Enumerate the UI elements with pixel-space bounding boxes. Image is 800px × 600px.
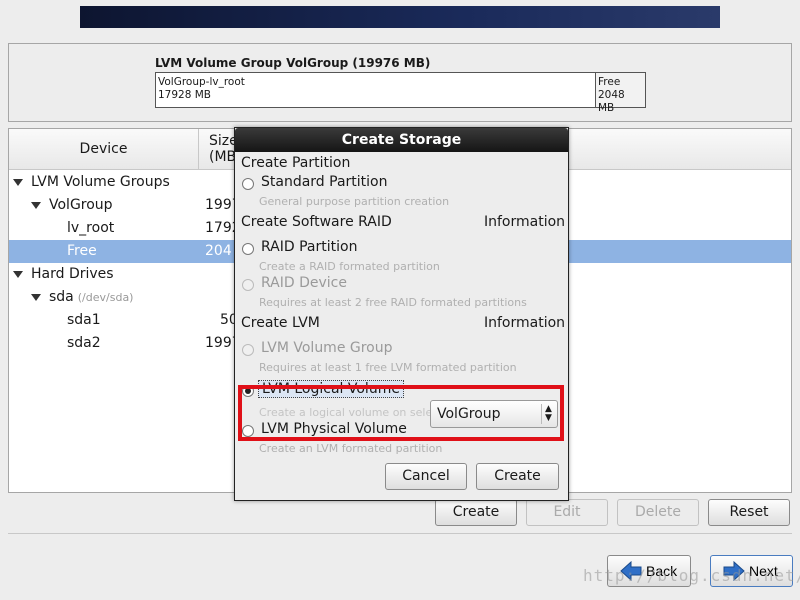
option-raid-partition-desc: Create a RAID formated partition (259, 260, 440, 273)
vg-segment-size: 2048 MB (598, 89, 625, 114)
cancel-button[interactable]: Cancel (385, 463, 467, 490)
dialog-title: Create Storage (235, 128, 568, 152)
tree-row-label: lv_root (67, 220, 115, 236)
dialog-body: Create Partition Standard Partition Gene… (235, 152, 568, 501)
volume-group-title: LVM Volume Group VolGroup (19976 MB) (155, 56, 431, 70)
radio-raid-partition[interactable] (242, 243, 254, 255)
option-standard-partition-desc: General purpose partition creation (259, 195, 450, 208)
dialog-create-button[interactable]: Create (476, 463, 559, 490)
tree-row-label: Hard Drives (31, 266, 114, 282)
tree-row-hint: (/dev/sda) (77, 291, 134, 304)
vg-segment-lv-root[interactable]: VolGroup-lv_root 17928 MB (156, 73, 596, 107)
option-lvm-physical-volume-desc: Create an LVM formated partition (259, 442, 443, 455)
radio-lvm-physical-volume[interactable] (242, 425, 254, 437)
installer-banner (80, 6, 720, 28)
separator (8, 533, 792, 534)
option-raid-device-desc: Requires at least 2 free RAID formated p… (259, 296, 527, 309)
option-standard-partition[interactable]: Standard Partition (261, 174, 388, 190)
section-create-partition: Create Partition (241, 155, 351, 171)
option-lvm-volume-group[interactable]: LVM Volume Group (261, 340, 393, 356)
expander-down-icon[interactable] (13, 271, 23, 278)
section-create-software-raid: Create Software RAID (241, 214, 392, 230)
tree-row-label: Free (67, 243, 97, 259)
expander-down-icon[interactable] (13, 179, 23, 186)
reset-button[interactable]: Reset (708, 499, 790, 526)
vg-segment-name: VolGroup-lv_root (158, 76, 245, 88)
tree-row-label: sda2 (67, 335, 101, 351)
edit-button[interactable]: Edit (526, 499, 608, 526)
create-storage-dialog: Create Storage Create Partition Standard… (234, 127, 569, 501)
tree-row-label: VolGroup (49, 197, 113, 213)
expander-down-icon[interactable] (31, 294, 41, 301)
vg-segment-name: Free (598, 76, 621, 88)
vg-segment-free[interactable]: Free 2048 MB (596, 73, 645, 114)
option-lvm-physical-volume[interactable]: LVM Physical Volume (261, 421, 407, 437)
volume-group-bar: VolGroup-lv_root 17928 MB Free 2048 MB (155, 72, 646, 114)
watermark: http://blog.csdn.net/ (583, 566, 800, 585)
lvm-information-link[interactable]: Information (484, 315, 565, 331)
option-lvm-volume-group-desc: Requires at least 1 free LVM formated pa… (259, 361, 517, 374)
column-header-device[interactable]: Device (9, 129, 199, 170)
expander-down-icon[interactable] (31, 202, 41, 209)
tree-row-label-group: sda (/dev/sda) (49, 286, 133, 309)
delete-button[interactable]: Delete (617, 499, 699, 526)
option-raid-device[interactable]: RAID Device (261, 275, 347, 291)
radio-raid-device[interactable] (242, 279, 254, 291)
tree-row-label: LVM Volume Groups (31, 174, 170, 190)
volume-group-panel: LVM Volume Group VolGroup (19976 MB) Vol… (8, 43, 792, 122)
tree-row-label: sda (49, 289, 74, 305)
radio-standard-partition[interactable] (242, 178, 254, 190)
tree-row-size: 204 (205, 243, 232, 259)
option-raid-partition[interactable]: RAID Partition (261, 239, 357, 255)
section-create-lvm: Create LVM (241, 315, 320, 331)
tree-row-label: sda1 (67, 312, 101, 328)
create-button[interactable]: Create (435, 499, 517, 526)
raid-information-link[interactable]: Information (484, 214, 565, 230)
radio-lvm-volume-group[interactable] (242, 344, 254, 356)
vg-segment-size: 17928 MB (158, 89, 212, 101)
